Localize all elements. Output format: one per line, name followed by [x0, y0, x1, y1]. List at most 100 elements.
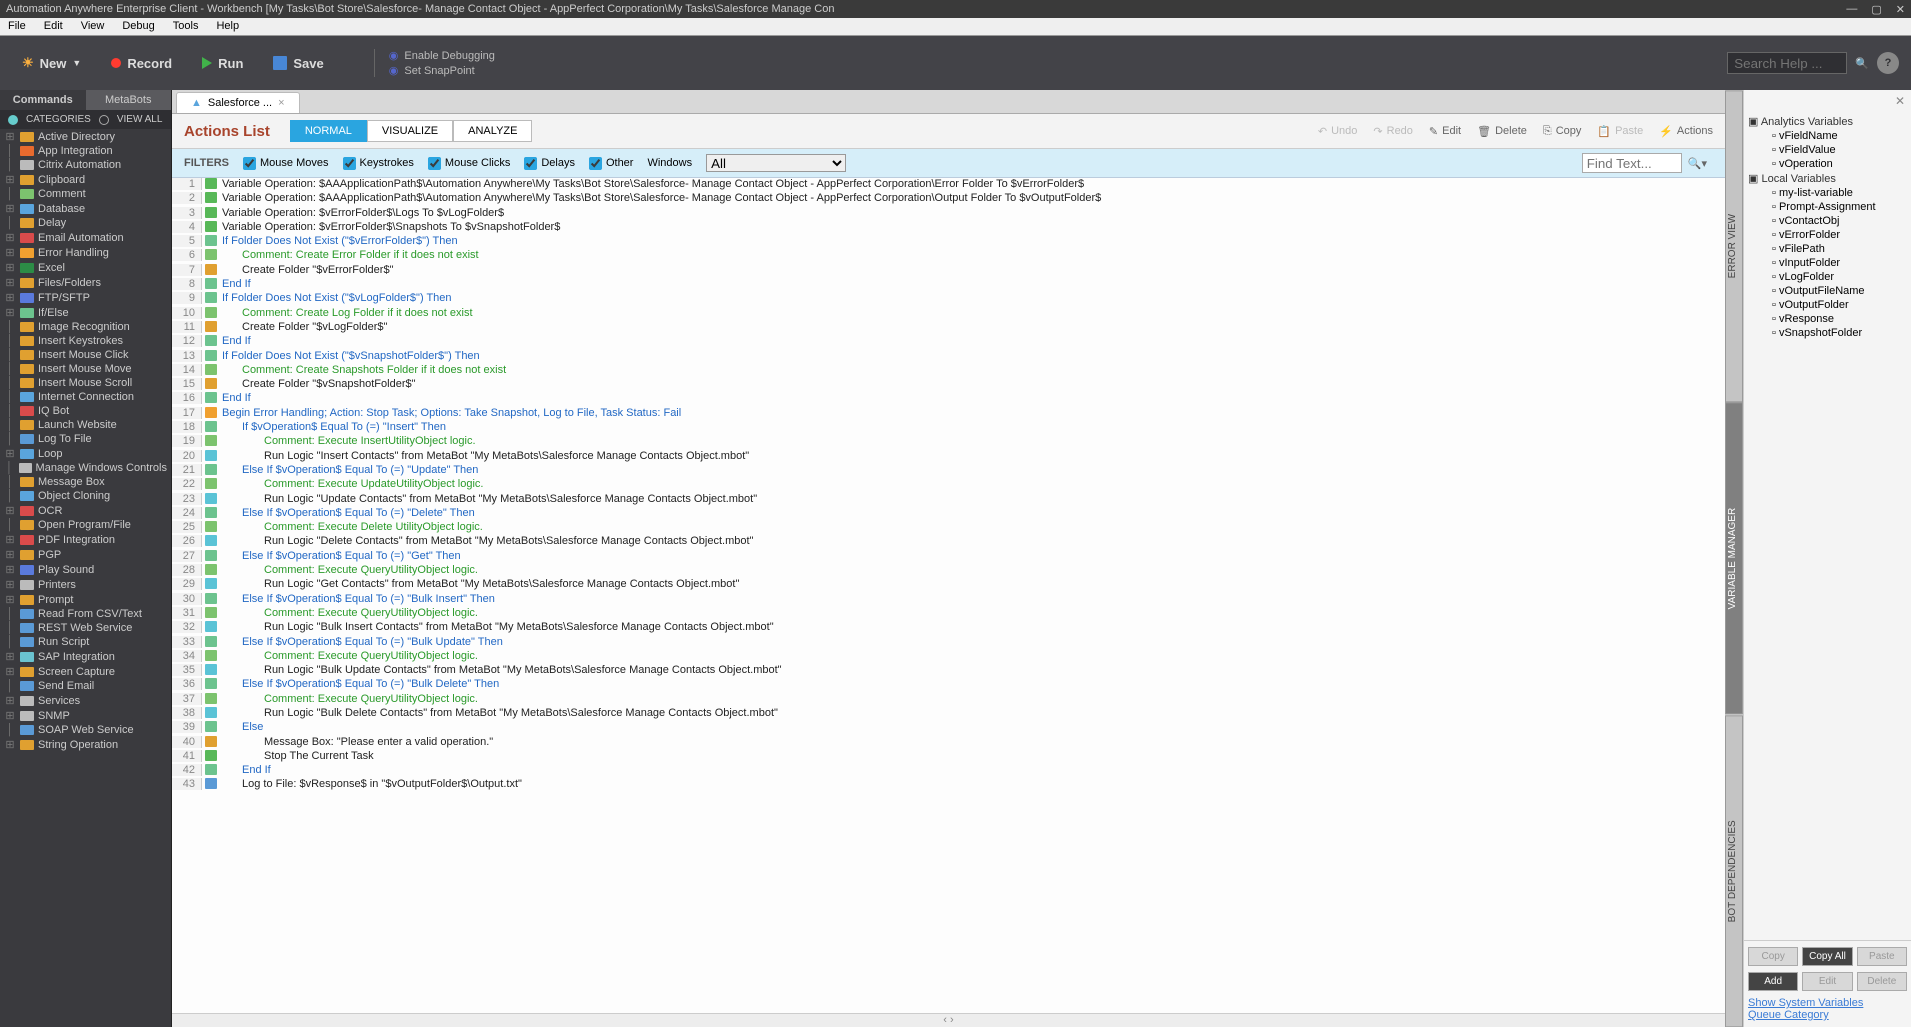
filter-mouse-moves[interactable]: Mouse Moves — [243, 157, 328, 170]
sidebar-item[interactable]: ⊞PDF Integration — [0, 532, 171, 547]
sidebar-item[interactable]: ⊞Play Sound — [0, 562, 171, 577]
code-line[interactable]: 31Comment: Execute QueryUtilityObject lo… — [172, 607, 1725, 621]
sidebar-item[interactable]: │SOAP Web Service — [0, 723, 171, 737]
sidebar-item[interactable]: ⊞Printers — [0, 577, 171, 592]
code-line[interactable]: 23Run Logic "Update Contacts" from MetaB… — [172, 493, 1725, 507]
code-line[interactable]: 5If Folder Does Not Exist ("$vErrorFolde… — [172, 235, 1725, 249]
code-line[interactable]: 42End If — [172, 764, 1725, 778]
code-line[interactable]: 29Run Logic "Get Contacts" from MetaBot … — [172, 578, 1725, 592]
var-add-button[interactable]: Add — [1748, 972, 1798, 991]
code-line[interactable]: 4Variable Operation: $vErrorFolder$\Snap… — [172, 221, 1725, 235]
actions-button[interactable]: ⚡ Actions — [1659, 125, 1713, 138]
variable-item[interactable]: ▫ my-list-variable — [1748, 186, 1907, 200]
minimize-icon[interactable]: — — [1846, 3, 1857, 16]
variable-item[interactable]: ▫ vOutputFolder — [1748, 298, 1907, 312]
code-line[interactable]: 22Comment: Execute UpdateUtilityObject l… — [172, 478, 1725, 492]
show-system-variables-link[interactable]: Show System Variables — [1748, 997, 1907, 1009]
sidebar-item[interactable]: ⊞Prompt — [0, 592, 171, 607]
var-delete-button[interactable]: Delete — [1857, 972, 1907, 991]
code-line[interactable]: 8End If — [172, 278, 1725, 292]
variable-item[interactable]: ▫ Prompt-Assignment — [1748, 200, 1907, 214]
code-line[interactable]: 1Variable Operation: $AAApplicationPath$… — [172, 178, 1725, 192]
variable-item[interactable]: ▫ vContactObj — [1748, 214, 1907, 228]
code-line[interactable]: 11Create Folder "$vLogFolder$" — [172, 321, 1725, 335]
code-line[interactable]: 43Log to File: $vResponse$ in "$vOutputF… — [172, 778, 1725, 792]
windows-select[interactable]: All — [706, 154, 846, 172]
analytics-variables-group[interactable]: ▣ Analytics Variables — [1748, 114, 1907, 129]
sidebar-item[interactable]: │REST Web Service — [0, 621, 171, 635]
local-variables-group[interactable]: ▣ Local Variables — [1748, 171, 1907, 186]
sidebar-item[interactable]: ⊞Loop — [0, 446, 171, 461]
copy-button[interactable]: ⎘ Copy — [1543, 125, 1582, 138]
code-line[interactable]: 26Run Logic "Delete Contacts" from MetaB… — [172, 535, 1725, 549]
h-scrollbar[interactable]: ‹ › — [172, 1013, 1725, 1027]
code-line[interactable]: 41Stop The Current Task — [172, 750, 1725, 764]
viewall-radio[interactable] — [99, 115, 109, 125]
menu-tools[interactable]: Tools — [173, 20, 199, 33]
var-copy-button[interactable]: Copy — [1748, 947, 1798, 966]
code-line[interactable]: 35Run Logic "Bulk Update Contacts" from … — [172, 664, 1725, 678]
search-help-input[interactable] — [1727, 52, 1847, 74]
sidebar-item[interactable]: ⊞SNMP — [0, 708, 171, 723]
sidebar-item[interactable]: ⊞Excel — [0, 260, 171, 275]
filter-keystrokes[interactable]: Keystrokes — [343, 157, 414, 170]
var-copyall-button[interactable]: Copy All — [1802, 947, 1852, 966]
code-line[interactable]: 38Run Logic "Bulk Delete Contacts" from … — [172, 707, 1725, 721]
filter-delays[interactable]: Delays — [524, 157, 575, 170]
delete-button[interactable]: 🗑 Delete — [1477, 125, 1527, 138]
sidebar-item[interactable]: ⊞FTP/SFTP — [0, 290, 171, 305]
code-line[interactable]: 21Else If $vOperation$ Equal To (=) "Upd… — [172, 464, 1725, 478]
code-line[interactable]: 17Begin Error Handling; Action: Stop Tas… — [172, 407, 1725, 421]
code-line[interactable]: 7Create Folder "$vErrorFolder$" — [172, 264, 1725, 278]
categories-radio[interactable] — [8, 115, 18, 125]
var-paste-button[interactable]: Paste — [1857, 947, 1907, 966]
menu-file[interactable]: File — [8, 20, 26, 33]
code-line[interactable]: 36Else If $vOperation$ Equal To (=) "Bul… — [172, 678, 1725, 692]
sidebar-item[interactable]: │Image Recognition — [0, 320, 171, 334]
sidebar-item[interactable]: │Insert Mouse Scroll — [0, 376, 171, 390]
menu-edit[interactable]: Edit — [44, 20, 63, 33]
sidebar-item[interactable]: │Message Box — [0, 475, 171, 489]
record-button[interactable]: Record — [101, 52, 182, 75]
code-line[interactable]: 27Else If $vOperation$ Equal To (=) "Get… — [172, 550, 1725, 564]
filter-other[interactable]: Other — [589, 157, 634, 170]
find-text-input[interactable] — [1582, 153, 1682, 173]
code-line[interactable]: 9If Folder Does Not Exist ("$vLogFolder$… — [172, 292, 1725, 306]
mode-analyze[interactable]: ANALYZE — [453, 120, 532, 142]
sidebar-item[interactable]: │IQ Bot — [0, 404, 171, 418]
sidebar-item[interactable]: │Send Email — [0, 679, 171, 693]
variable-item[interactable]: ▫ vOperation — [1748, 157, 1907, 171]
sidebar-item[interactable]: │Internet Connection — [0, 390, 171, 404]
sidebar-item[interactable]: │Run Script — [0, 635, 171, 649]
sidebar-item[interactable]: ⊞SAP Integration — [0, 649, 171, 664]
code-line[interactable]: 32Run Logic "Bulk Insert Contacts" from … — [172, 621, 1725, 635]
edit-button[interactable]: ✎ Edit — [1429, 125, 1461, 138]
search-icon[interactable]: 🔍 — [1855, 57, 1869, 70]
sidebar-item[interactable]: │Manage Windows Controls — [0, 461, 171, 475]
sidebar-item[interactable]: ⊞Error Handling — [0, 245, 171, 260]
sidebar-item[interactable]: │Read From CSV/Text — [0, 607, 171, 621]
code-line[interactable]: 39Else — [172, 721, 1725, 735]
sidebar-item[interactable]: │Insert Keystrokes — [0, 334, 171, 348]
variable-item[interactable]: ▫ vOutputFileName — [1748, 284, 1907, 298]
filter-mouse-clicks[interactable]: Mouse Clicks — [428, 157, 510, 170]
save-button[interactable]: Save — [263, 52, 333, 75]
menu-debug[interactable]: Debug — [122, 20, 154, 33]
new-button[interactable]: ☀New▼ — [12, 51, 91, 75]
code-line[interactable]: 24Else If $vOperation$ Equal To (=) "Del… — [172, 507, 1725, 521]
code-line[interactable]: 14Comment: Create Snapshots Folder if it… — [172, 364, 1725, 378]
mode-normal[interactable]: NORMAL — [290, 120, 367, 142]
code-line[interactable]: 34Comment: Execute QueryUtilityObject lo… — [172, 650, 1725, 664]
sidebar-item[interactable]: │Citrix Automation — [0, 158, 171, 172]
sidebar-item[interactable]: │Log To File — [0, 432, 171, 446]
sidebar-item[interactable]: ⊞OCR — [0, 503, 171, 518]
paste-button[interactable]: 📋 Paste — [1597, 125, 1643, 138]
code-line[interactable]: 10Comment: Create Log Folder if it does … — [172, 307, 1725, 321]
variable-item[interactable]: ▫ vResponse — [1748, 312, 1907, 326]
sidebar-item[interactable]: ⊞Active Directory — [0, 129, 171, 144]
tab-commands[interactable]: Commands — [0, 90, 86, 110]
sidebar-item[interactable]: ⊞Database — [0, 201, 171, 216]
close-icon[interactable]: ✕ — [1896, 3, 1905, 16]
set-snappoint-button[interactable]: ◉Set SnapPoint — [389, 64, 495, 77]
sidebar-item[interactable]: │Object Cloning — [0, 489, 171, 503]
